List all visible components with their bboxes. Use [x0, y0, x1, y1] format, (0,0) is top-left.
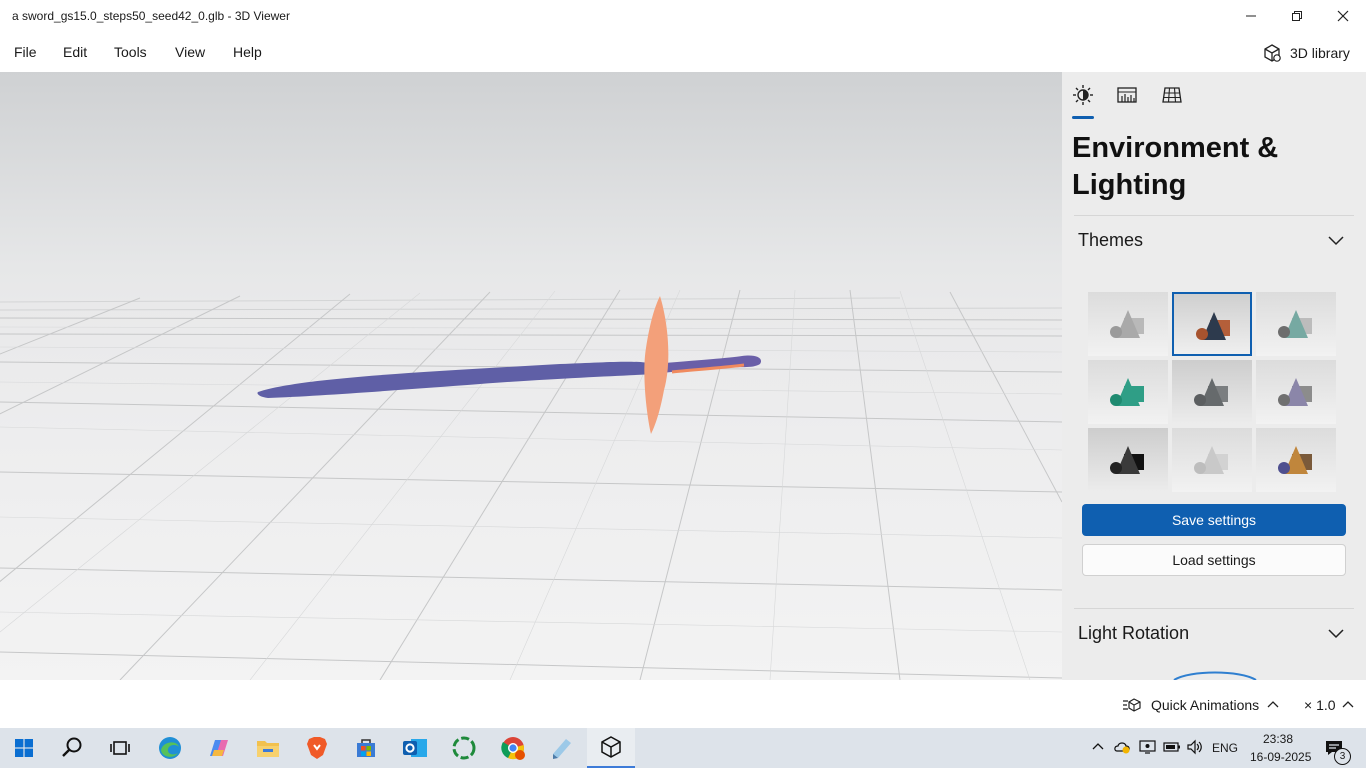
theme-teal[interactable]	[1088, 360, 1168, 424]
taskbar-brave[interactable]	[293, 728, 341, 768]
theme-preview-icon	[1194, 378, 1228, 406]
clock-date[interactable]: 16-09-2025	[1250, 750, 1311, 764]
brave-icon	[307, 737, 327, 759]
sun-icon	[1073, 85, 1093, 105]
light-rotation-dial[interactable]	[1170, 668, 1260, 680]
theme-dark-gray[interactable]	[1172, 360, 1252, 424]
menu-help[interactable]: Help	[233, 44, 262, 60]
theme-purple-gray[interactable]	[1256, 360, 1336, 424]
save-settings-button[interactable]: Save settings	[1082, 504, 1346, 536]
theme-preview-icon	[1196, 312, 1230, 340]
taskbar-store[interactable]	[342, 728, 390, 768]
search-icon	[62, 737, 82, 757]
quick-animations-button[interactable]: Quick Animations	[1151, 697, 1259, 713]
edge-icon	[159, 737, 181, 759]
input-language[interactable]: ENG	[1212, 741, 1238, 755]
theme-preview-icon	[1110, 378, 1144, 406]
battery-icon[interactable]	[1163, 741, 1181, 753]
taskbar-edge[interactable]	[146, 728, 194, 768]
minimize-button[interactable]	[1228, 0, 1274, 32]
chrome-icon	[501, 737, 525, 760]
menu-tools[interactable]: Tools	[114, 44, 147, 60]
active-tab-indicator	[1072, 116, 1094, 119]
scene-canvas	[0, 289, 1062, 680]
display-icon[interactable]	[1139, 739, 1157, 755]
chevron-down-icon[interactable]	[1328, 236, 1344, 246]
taskbar-paint[interactable]	[538, 728, 586, 768]
tab-stats-shading[interactable]	[1113, 82, 1141, 108]
start-button[interactable]	[0, 728, 48, 768]
tab-environment-lighting[interactable]	[1069, 82, 1097, 108]
3d-library-button[interactable]: 3D library	[1262, 42, 1350, 64]
sword-blade	[257, 361, 655, 398]
theme-preview-icon	[1278, 378, 1312, 406]
taskbar-outlook[interactable]	[391, 728, 439, 768]
3d-viewer-icon	[601, 736, 621, 758]
window-title: a sword_gs15.0_steps50_seed42_0.glb - 3D…	[12, 9, 290, 23]
clock-time[interactable]: 23:38	[1263, 732, 1293, 746]
windows-start-icon	[15, 739, 33, 757]
notification-count-badge: 3	[1334, 748, 1351, 765]
load-settings-button[interactable]: Load settings	[1082, 544, 1346, 576]
menu-edit[interactable]: Edit	[63, 44, 87, 60]
show-hidden-icons[interactable]	[1092, 742, 1104, 750]
xbox-icon	[452, 736, 476, 760]
menu-view[interactable]: View	[175, 44, 205, 60]
taskbar-chrome[interactable]	[489, 728, 537, 768]
animation-icon	[1123, 698, 1141, 712]
divider	[1074, 608, 1354, 609]
divider	[1074, 215, 1354, 216]
copilot-icon	[210, 740, 228, 756]
theme-preview-icon	[1278, 446, 1312, 474]
folder-icon	[257, 741, 279, 757]
outlook-icon	[403, 739, 427, 757]
theme-preview-icon	[1278, 310, 1312, 338]
onedrive-icon[interactable]	[1114, 739, 1132, 755]
theme-dark-orange[interactable]	[1172, 292, 1252, 356]
theme-preview-icon	[1194, 446, 1228, 474]
store-icon	[357, 739, 375, 757]
theme-teal-light[interactable]	[1256, 292, 1336, 356]
sword-hilt	[652, 355, 762, 374]
close-icon	[1337, 10, 1349, 22]
taskbar-search[interactable]	[48, 728, 96, 768]
theme-warm[interactable]	[1256, 428, 1336, 492]
taskbar-3d-viewer[interactable]	[587, 728, 635, 768]
theme-preview-icon	[1110, 310, 1144, 338]
restore-icon	[1292, 11, 1302, 21]
chevron-up-icon[interactable]	[1342, 700, 1354, 708]
menu-file[interactable]: File	[14, 44, 37, 60]
tab-grid-views[interactable]	[1158, 82, 1186, 108]
floor-grid-fine	[0, 289, 1062, 680]
cube-icon	[1264, 44, 1281, 62]
theme-white[interactable]	[1172, 428, 1252, 492]
3d-library-label: 3D library	[1290, 45, 1350, 61]
task-view-icon	[110, 741, 130, 755]
taskbar-file-explorer[interactable]	[244, 728, 292, 768]
close-button[interactable]	[1320, 0, 1366, 32]
restore-button[interactable]	[1274, 0, 1320, 32]
themes-header[interactable]: Themes	[1078, 230, 1143, 251]
sword-guard	[644, 296, 669, 434]
theme-black[interactable]	[1088, 428, 1168, 492]
panel-title: Environment & Lighting	[1072, 132, 1279, 201]
3d-viewport[interactable]	[0, 72, 1062, 680]
minimize-icon	[1246, 15, 1256, 17]
animation-speed[interactable]: × 1.0	[1304, 697, 1336, 713]
grid-icon	[1162, 87, 1182, 103]
taskbar-xbox[interactable]	[440, 728, 488, 768]
chevron-up-icon[interactable]	[1267, 700, 1279, 708]
chevron-down-icon[interactable]	[1328, 629, 1344, 639]
chart-icon	[1117, 87, 1137, 103]
volume-icon[interactable]	[1186, 739, 1204, 755]
taskbar-copilot[interactable]	[195, 728, 243, 768]
task-view-button[interactable]	[96, 728, 144, 768]
theme-gray-light[interactable]	[1088, 292, 1168, 356]
light-rotation-header[interactable]: Light Rotation	[1078, 623, 1189, 644]
theme-preview-icon	[1110, 446, 1144, 474]
floor-grid	[0, 289, 1062, 680]
paint-icon	[553, 739, 571, 759]
